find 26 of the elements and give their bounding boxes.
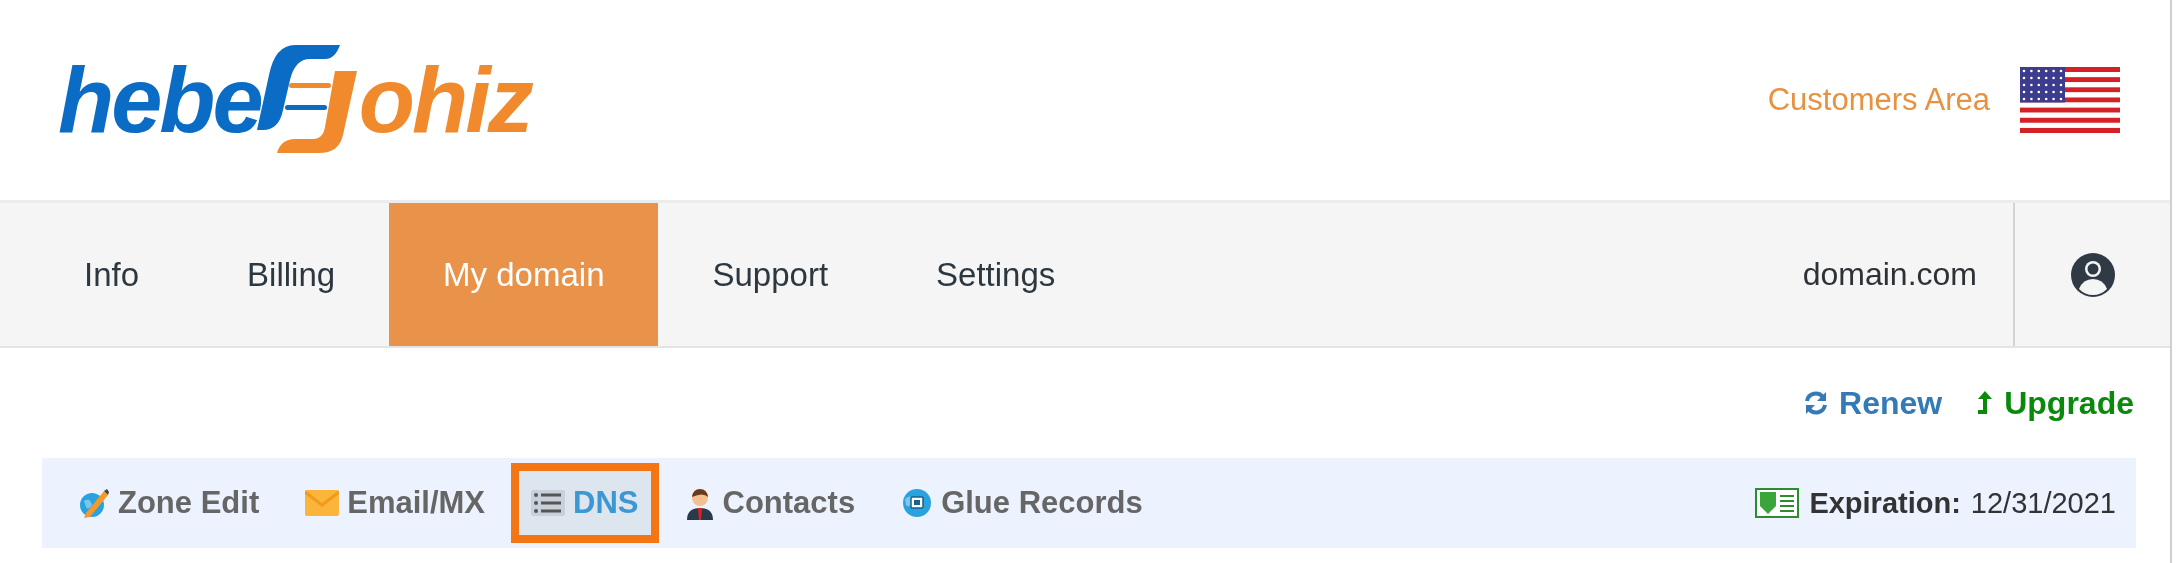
nav-tab[interactable]: Settings (882, 203, 1110, 346)
nav-tab[interactable]: Info (30, 203, 194, 346)
logo-left-text: hebe (58, 54, 261, 146)
logo[interactable]: hebe ohiz (58, 35, 531, 165)
person-icon (684, 486, 715, 520)
upgrade-link[interactable]: Upgrade (1976, 384, 2134, 422)
toolbar-link[interactable]: Zone Edit (58, 463, 280, 543)
expiration-label: Expiration: (1809, 486, 1961, 520)
certificate-icon (1755, 488, 1800, 518)
domain-name: domain.com (1802, 255, 1978, 294)
refresh-icon (1803, 390, 1830, 416)
up-arrow-icon (1976, 389, 1995, 417)
renew-link[interactable]: Renew (1803, 384, 1943, 422)
user-icon[interactable] (2068, 250, 2117, 299)
nav-tab[interactable]: Support (658, 203, 883, 346)
globe-pencil-icon (78, 487, 110, 519)
toolbar-link[interactable]: Glue Records (881, 463, 1163, 543)
toolbar-link[interactable]: Contacts (664, 463, 876, 543)
globe-network-icon (901, 487, 934, 519)
envelope-icon (305, 490, 340, 516)
expiration-date: 12/31/2021 (1970, 486, 2116, 520)
logo-right-text: ohiz (358, 54, 531, 146)
list-icon (531, 490, 566, 516)
us-flag-icon[interactable] (2020, 67, 2120, 133)
toolbar-link[interactable]: Email/MX (285, 463, 506, 543)
nav-tab[interactable]: Billing (193, 203, 390, 346)
